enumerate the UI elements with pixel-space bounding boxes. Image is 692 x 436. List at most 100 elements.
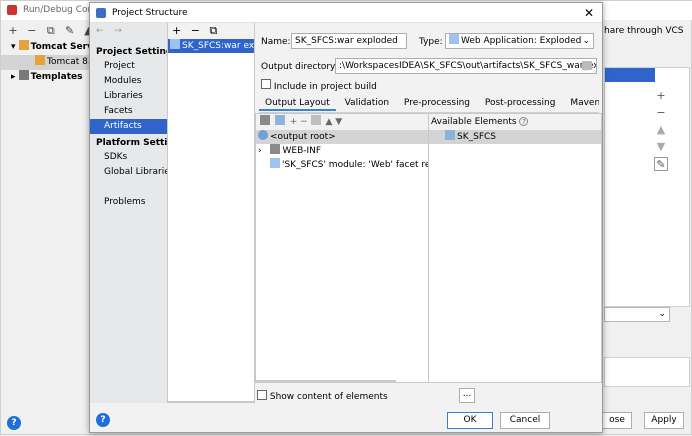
sort-icon[interactable] [310,115,321,125]
artifacts-list-pane: + − ⧉ SK_SFCS:war exploded [168,23,255,403]
tomcat-icon [18,40,29,50]
add-artifact-button[interactable]: + [172,24,181,37]
output-layout-panel: + − ▲ ▼ <output root> › WEB-INF 'SK_SFCS… [255,113,429,383]
remove-artifact-button[interactable]: − [191,24,200,37]
copy-artifact-button[interactable]: ⧉ [209,24,217,37]
dialog-titlebar: Project Structure ✕ [90,3,602,23]
include-checkbox[interactable] [261,79,271,89]
show-content-checkbox[interactable] [257,390,267,400]
output-root-icon [258,130,268,140]
artifact-item[interactable]: SK_SFCS:war exploded [168,39,254,53]
tab-validation[interactable]: Validation [339,95,395,111]
config-panel [604,67,690,307]
nav-item-problems[interactable]: Problems [90,195,167,210]
close-button[interactable]: ose [602,412,632,429]
artifacts-hscroll[interactable] [168,401,254,403]
available-elements-panel: Available Elements ? SK_SFCS [429,113,602,383]
help-icon[interactable]: ? [519,117,529,126]
layout-webinf-row[interactable]: › WEB-INF [256,144,428,158]
project-settings-header: Project Settings [96,47,167,57]
project-structure-dialog: Project Structure ✕ ← → Project Settings… [89,2,603,433]
chevron-down-icon: ⌄ [582,36,590,46]
tree-item-templates[interactable]: ▸ Templates [1,70,90,85]
output-dir-field[interactable]: :\WorkspacesIDEA\SK_SFCS\out\artifacts\S… [335,58,597,74]
add-element-icon[interactable]: + [290,117,298,127]
tab-maven[interactable]: Maven [564,95,599,111]
close-icon[interactable]: ✕ [584,6,594,20]
type-select[interactable]: Web Application: Exploded ⌄ [445,33,594,49]
forward-arrow-icon[interactable]: → [114,26,122,36]
layout-facet-row[interactable]: 'SK_SFCS' module: 'Web' facet resource [256,158,428,172]
artifacts-toolbar: + − ⧉ [168,23,254,39]
type-label: Type: [419,37,443,47]
tab-pre-processing[interactable]: Pre-processing [398,95,476,111]
layout-root-row[interactable]: <output root> [256,130,428,144]
add-config-button[interactable]: + [5,23,21,39]
tree-item-tomcat-server[interactable]: ▾ Tomcat Server [1,40,90,55]
run-debug-toolbar: + − ⧉ ✎ ▲ [5,23,97,39]
side-add-button[interactable]: + [654,89,668,103]
side-up-button[interactable]: ▲ [654,123,668,137]
back-arrow-icon[interactable]: ← [96,26,104,36]
share-vcs-label: hare through VCS [604,26,684,36]
new-archive-icon[interactable] [274,115,285,125]
dialog-help-button[interactable]: ? [96,413,110,427]
nav-item-facets[interactable]: Facets [90,104,167,119]
side-edit-button[interactable]: ✎ [654,157,668,171]
project-structure-icon [96,8,106,18]
available-item[interactable]: SK_SFCS [429,130,601,144]
collapse-arrow-icon[interactable]: ▸ [11,72,16,82]
nav-item-modules[interactable]: Modules [90,74,167,89]
selected-row [605,68,655,82]
move-up-icon[interactable]: ▲ [325,117,332,127]
tab-bar: Output Layout Validation Pre-processing … [259,95,599,113]
nav-arrows: ← → [90,23,167,39]
war-exploded-icon [170,39,180,49]
tab-output-layout[interactable]: Output Layout [259,95,336,111]
include-in-build[interactable]: Include in project build [261,79,377,92]
settings-nav: ← → Project Settings Project Modules Lib… [90,23,168,403]
show-content-option[interactable]: Show content of elements [257,390,388,403]
folder-browse-icon[interactable] [582,61,592,70]
nav-item-libraries[interactable]: Libraries [90,89,167,104]
facet-icon [270,158,280,168]
side-remove-button[interactable]: − [654,106,668,120]
web-app-icon [449,34,459,44]
platform-settings-header: Platform Settings [96,138,167,148]
nav-item-global-libraries[interactable]: Global Libraries [90,165,167,180]
name-field[interactable]: SK_SFCS:war exploded [291,33,407,49]
tomcat-icon [35,55,45,65]
config-tree: ▾ Tomcat Server Tomcat 8.0. ▸ Templates [1,40,90,85]
output-dir-label: Output directory: [261,62,338,72]
bg-help-button[interactable]: ? [7,416,21,430]
folder-icon [270,144,281,154]
remove-element-icon[interactable]: − [300,117,308,127]
layout-hscroll[interactable] [256,380,396,383]
side-toolbar: + − ▲ ▼ ✎ [654,89,668,171]
nav-item-artifacts[interactable]: Artifacts [90,119,167,134]
artifact-editor: Name: SK_SFCS:war exploded Type: Web App… [255,23,602,403]
expand-arrow-icon[interactable]: › [258,146,262,156]
show-content-options-button[interactable]: ... [459,388,475,403]
copy-config-button[interactable]: ⧉ [43,23,59,39]
ok-button[interactable]: OK [447,412,493,429]
intellij-app-icon [7,5,17,15]
nav-item-sdks[interactable]: SDKs [90,150,167,165]
new-folder-icon[interactable] [260,115,270,125]
edit-defaults-button[interactable]: ✎ [62,23,78,39]
expand-arrow-icon[interactable]: ▾ [11,42,16,52]
apply-button[interactable]: Apply [644,412,684,429]
tab-post-processing[interactable]: Post-processing [479,95,562,111]
side-down-button[interactable]: ▼ [654,140,668,154]
available-header: Available Elements ? [429,114,601,130]
remove-config-button[interactable]: − [24,23,40,39]
module-icon [445,130,455,140]
tree-item-tomcat-config[interactable]: Tomcat 8.0. [1,55,90,70]
move-down-icon[interactable]: ▼ [335,117,342,127]
chevron-down-icon: ⌄ [658,309,666,319]
nav-item-project[interactable]: Project [90,59,167,74]
layout-toolbar: + − ▲ ▼ [256,114,428,130]
dialog-title: Project Structure [112,8,188,18]
bg-dropdown[interactable]: ⌄ [604,307,670,322]
cancel-button[interactable]: Cancel [500,412,550,429]
